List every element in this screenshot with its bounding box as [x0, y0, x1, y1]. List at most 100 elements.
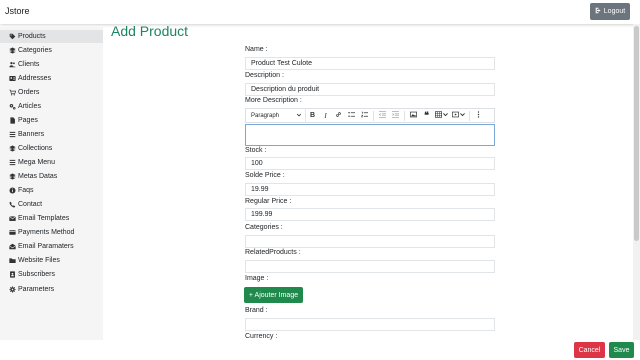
sidebar-item-label: Parameters — [18, 286, 55, 293]
blockquote-button[interactable]: ❝ — [420, 108, 433, 123]
image-icon — [410, 111, 417, 120]
regular-price-input[interactable]: 199.99 — [245, 208, 495, 221]
sidebar-item-label: Email Templates — [18, 215, 70, 222]
sidebar-item-label: Email Paramaters — [18, 243, 74, 250]
more-options-button[interactable] — [472, 108, 485, 123]
gear-icon — [8, 286, 16, 294]
sidebar-item-metas-datas[interactable]: Metas Datas — [0, 170, 103, 183]
categories-label: Categories : — [245, 224, 283, 231]
page-title: Add Product — [111, 23, 189, 39]
bulleted-list-icon — [348, 111, 355, 120]
sidebar-item-contact[interactable]: Contact — [0, 198, 103, 211]
sidebar-item-articles[interactable]: Articles — [0, 100, 103, 113]
cancel-button[interactable]: Cancel — [574, 342, 605, 358]
address-book-icon — [8, 271, 16, 279]
top-navbar: Jstore Logout — [0, 0, 640, 24]
info-circle-icon — [8, 187, 16, 195]
related-products-label: RelatedProducts : — [245, 249, 301, 256]
save-button[interactable]: Save — [609, 342, 634, 358]
folder-icon — [8, 257, 16, 265]
rich-text-toolbar: Paragraph B I ❝ — [245, 108, 495, 123]
insert-image-button[interactable] — [407, 108, 420, 123]
sidebar-item-subscribers[interactable]: Subscribers — [0, 268, 103, 281]
sidebar-item-banners[interactable]: Banners — [0, 128, 103, 141]
sidebar-item-label: Banners — [18, 131, 45, 138]
brand-input[interactable] — [245, 318, 495, 331]
sidebar: Products Categories Clients Addresses Orders… — [0, 27, 103, 360]
sidebar-item-categories[interactable]: Categories — [0, 44, 103, 57]
related-products-input[interactable] — [245, 260, 495, 273]
numbered-list-icon — [361, 111, 368, 120]
bold-button[interactable]: B — [306, 108, 319, 123]
brand-name[interactable]: Jstore — [5, 6, 30, 16]
sidebar-item-faqs[interactable]: Faqs — [0, 184, 103, 197]
name-label: Name : — [245, 46, 268, 53]
sidebar-item-clients[interactable]: Clients — [0, 58, 103, 71]
numbered-list-button[interactable] — [358, 108, 371, 123]
envelope-icon — [8, 215, 16, 223]
sign-out-icon — [595, 7, 602, 16]
sidebar-item-products[interactable]: Products — [0, 30, 103, 43]
more-description-editor[interactable] — [245, 124, 495, 146]
sidebar-item-email-paramaters[interactable]: Email Paramaters — [0, 240, 103, 253]
envelope-open-icon — [8, 243, 16, 251]
more-description-label: More Description : — [245, 97, 302, 104]
bulleted-list-button[interactable] — [345, 108, 358, 123]
vertical-ellipsis-icon — [475, 111, 482, 120]
layers-icon — [8, 173, 16, 181]
insert-table-button[interactable] — [433, 108, 450, 123]
chevron-down-icon — [296, 112, 302, 120]
sidebar-item-label: Categories — [18, 47, 52, 54]
sidebar-item-label: Articles — [18, 103, 41, 110]
sidebar-item-orders[interactable]: Orders — [0, 86, 103, 99]
scrollbar-thumb[interactable] — [634, 26, 639, 241]
sidebar-item-label: Metas Datas — [18, 173, 58, 180]
sidebar-item-label: Orders — [18, 89, 40, 96]
page-scrollbar[interactable] — [633, 24, 640, 360]
solde-price-input[interactable]: 19.99 — [245, 183, 495, 196]
table-icon — [434, 111, 442, 120]
toolbar-divider — [404, 110, 405, 121]
outdent-icon — [378, 111, 386, 120]
indent-icon — [392, 111, 399, 120]
solde-price-label: Solde Price : — [245, 172, 285, 179]
description-input[interactable]: Description du produit — [245, 83, 495, 96]
description-label: Description : — [245, 72, 284, 79]
sidebar-item-label: Products — [18, 33, 46, 40]
paragraph-select[interactable]: Paragraph — [246, 108, 306, 123]
sidebar-item-website-files[interactable]: Website Files — [0, 254, 103, 267]
image-label: Image : — [245, 275, 269, 282]
sidebar-item-collections[interactable]: Collections — [0, 142, 103, 155]
tag-icon — [8, 33, 16, 41]
chevron-down-icon — [459, 111, 466, 120]
cart-icon — [8, 89, 16, 97]
sidebar-item-payments-method[interactable]: Payments Method — [0, 226, 103, 239]
outdent-button[interactable] — [376, 108, 389, 123]
stock-label: Stock : — [245, 147, 267, 154]
italic-button[interactable]: I — [319, 108, 332, 123]
sidebar-item-email-templates[interactable]: Email Templates — [0, 212, 103, 225]
sidebar-item-pages[interactable]: Pages — [0, 114, 103, 127]
list-icon — [8, 159, 16, 167]
logout-label: Logout — [603, 8, 626, 15]
bars-icon — [8, 131, 16, 139]
sidebar-item-addresses[interactable]: Addresses — [0, 72, 103, 85]
layers-icon — [8, 47, 16, 55]
indent-button[interactable] — [389, 108, 402, 123]
insert-media-button[interactable] — [450, 108, 467, 123]
logout-button[interactable]: Logout — [590, 3, 630, 20]
sidebar-item-mega-menu[interactable]: Mega Menu — [0, 156, 103, 169]
sidebar-item-label: Pages — [18, 117, 38, 124]
categories-input[interactable] — [245, 235, 495, 248]
quote-icon: ❝ — [424, 110, 429, 120]
stock-input[interactable]: 100 — [245, 157, 495, 170]
sidebar-item-parameters[interactable]: Parameters — [0, 283, 103, 296]
link-button[interactable] — [332, 108, 345, 123]
name-input[interactable]: Product Test Culote — [245, 57, 495, 70]
add-image-button[interactable]: + Ajouter Image — [244, 287, 303, 303]
media-icon — [451, 111, 459, 120]
file-icon — [8, 117, 16, 125]
phone-icon — [8, 201, 16, 209]
sidebar-item-label: Payments Method — [18, 229, 75, 236]
paragraph-select-label: Paragraph — [251, 112, 280, 119]
